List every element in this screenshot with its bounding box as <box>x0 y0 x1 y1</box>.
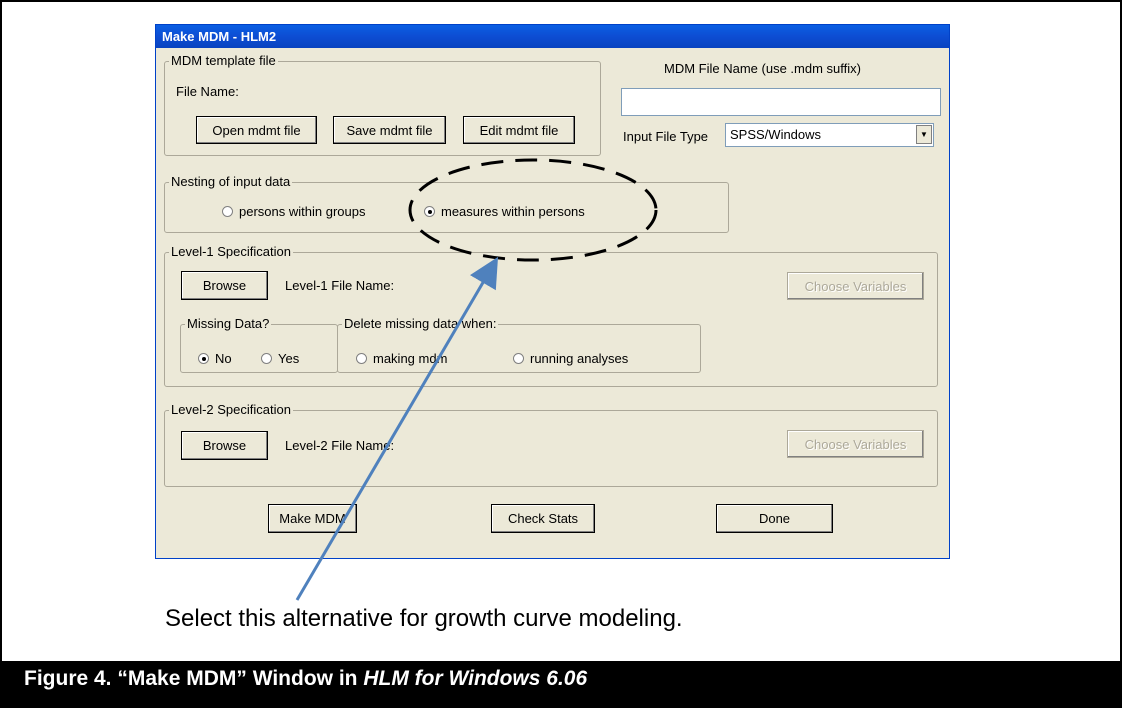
radio-icon <box>222 206 233 217</box>
level2-file-name-label: Level-2 File Name: <box>285 438 395 453</box>
window-titlebar[interactable]: Make MDM - HLM2 <box>156 25 949 48</box>
radio-persons-within-groups-label: persons within groups <box>239 204 366 219</box>
radio-making-mdm-label: making mdm <box>373 351 448 366</box>
annotation-note: Select this alternative for growth curve… <box>165 605 683 632</box>
window-title: Make MDM - HLM2 <box>162 29 277 44</box>
mdm-file-name-label: MDM File Name (use .mdm suffix) <box>664 61 861 76</box>
radio-measures-within-persons[interactable]: measures within persons <box>424 204 585 219</box>
level2-browse-button[interactable]: Browse <box>181 431 268 460</box>
figure-caption: Figure 4. “Make MDM” Window in HLM for W… <box>24 667 587 691</box>
level1-choose-variables-button[interactable]: Choose Variables <box>787 272 924 300</box>
template-group-legend: MDM template file <box>171 53 276 68</box>
radio-missing-no[interactable]: No <box>198 351 232 366</box>
nesting-group-legend: Nesting of input data <box>171 174 291 189</box>
level1-browse-button[interactable]: Browse <box>181 271 268 300</box>
radio-missing-yes[interactable]: Yes <box>261 351 299 366</box>
save-mdmt-button[interactable]: Save mdmt file <box>333 116 446 144</box>
edit-mdmt-button[interactable]: Edit mdmt file <box>463 116 575 144</box>
radio-running-analyses-label: running analyses <box>530 351 629 366</box>
delete-missing-legend: Delete missing data when: <box>344 316 497 331</box>
radio-making-mdm[interactable]: making mdm <box>356 351 447 366</box>
figure-caption-italic: HLM for Windows 6.06 <box>363 667 588 690</box>
template-file-name-label: File Name: <box>176 84 239 99</box>
done-button[interactable]: Done <box>716 504 833 533</box>
missing-data-legend: Missing Data? <box>187 316 270 331</box>
level1-group-legend: Level-1 Specification <box>171 244 291 259</box>
make-mdm-button[interactable]: Make MDM <box>268 504 357 533</box>
radio-persons-within-groups[interactable]: persons within groups <box>222 204 365 219</box>
radio-selected-icon <box>198 353 209 364</box>
check-stats-button[interactable]: Check Stats <box>491 504 595 533</box>
input-file-type-select[interactable]: SPSS/Windows ▼ <box>725 123 934 147</box>
level1-file-name-label: Level-1 File Name: <box>285 278 395 293</box>
open-mdmt-button[interactable]: Open mdmt file <box>196 116 317 144</box>
input-file-type-label: Input File Type <box>623 129 709 144</box>
radio-icon <box>261 353 272 364</box>
radio-icon <box>513 353 524 364</box>
radio-icon <box>356 353 367 364</box>
input-file-type-value: SPSS/Windows <box>730 127 822 142</box>
radio-measures-within-persons-label: measures within persons <box>441 204 585 219</box>
figure-caption-prefix: Figure 4. “Make MDM” Window in <box>24 667 364 690</box>
radio-missing-yes-label: Yes <box>278 351 300 366</box>
level2-choose-variables-button[interactable]: Choose Variables <box>787 430 924 458</box>
mdm-file-name-input[interactable] <box>621 88 941 116</box>
radio-running-analyses[interactable]: running analyses <box>513 351 628 366</box>
radio-missing-no-label: No <box>215 351 232 366</box>
level2-group-legend: Level-2 Specification <box>171 402 291 417</box>
make-mdm-window: Make MDM - HLM2 MDM template file File N… <box>155 24 950 559</box>
dropdown-arrow-icon[interactable]: ▼ <box>916 125 932 144</box>
radio-selected-icon <box>424 206 435 217</box>
